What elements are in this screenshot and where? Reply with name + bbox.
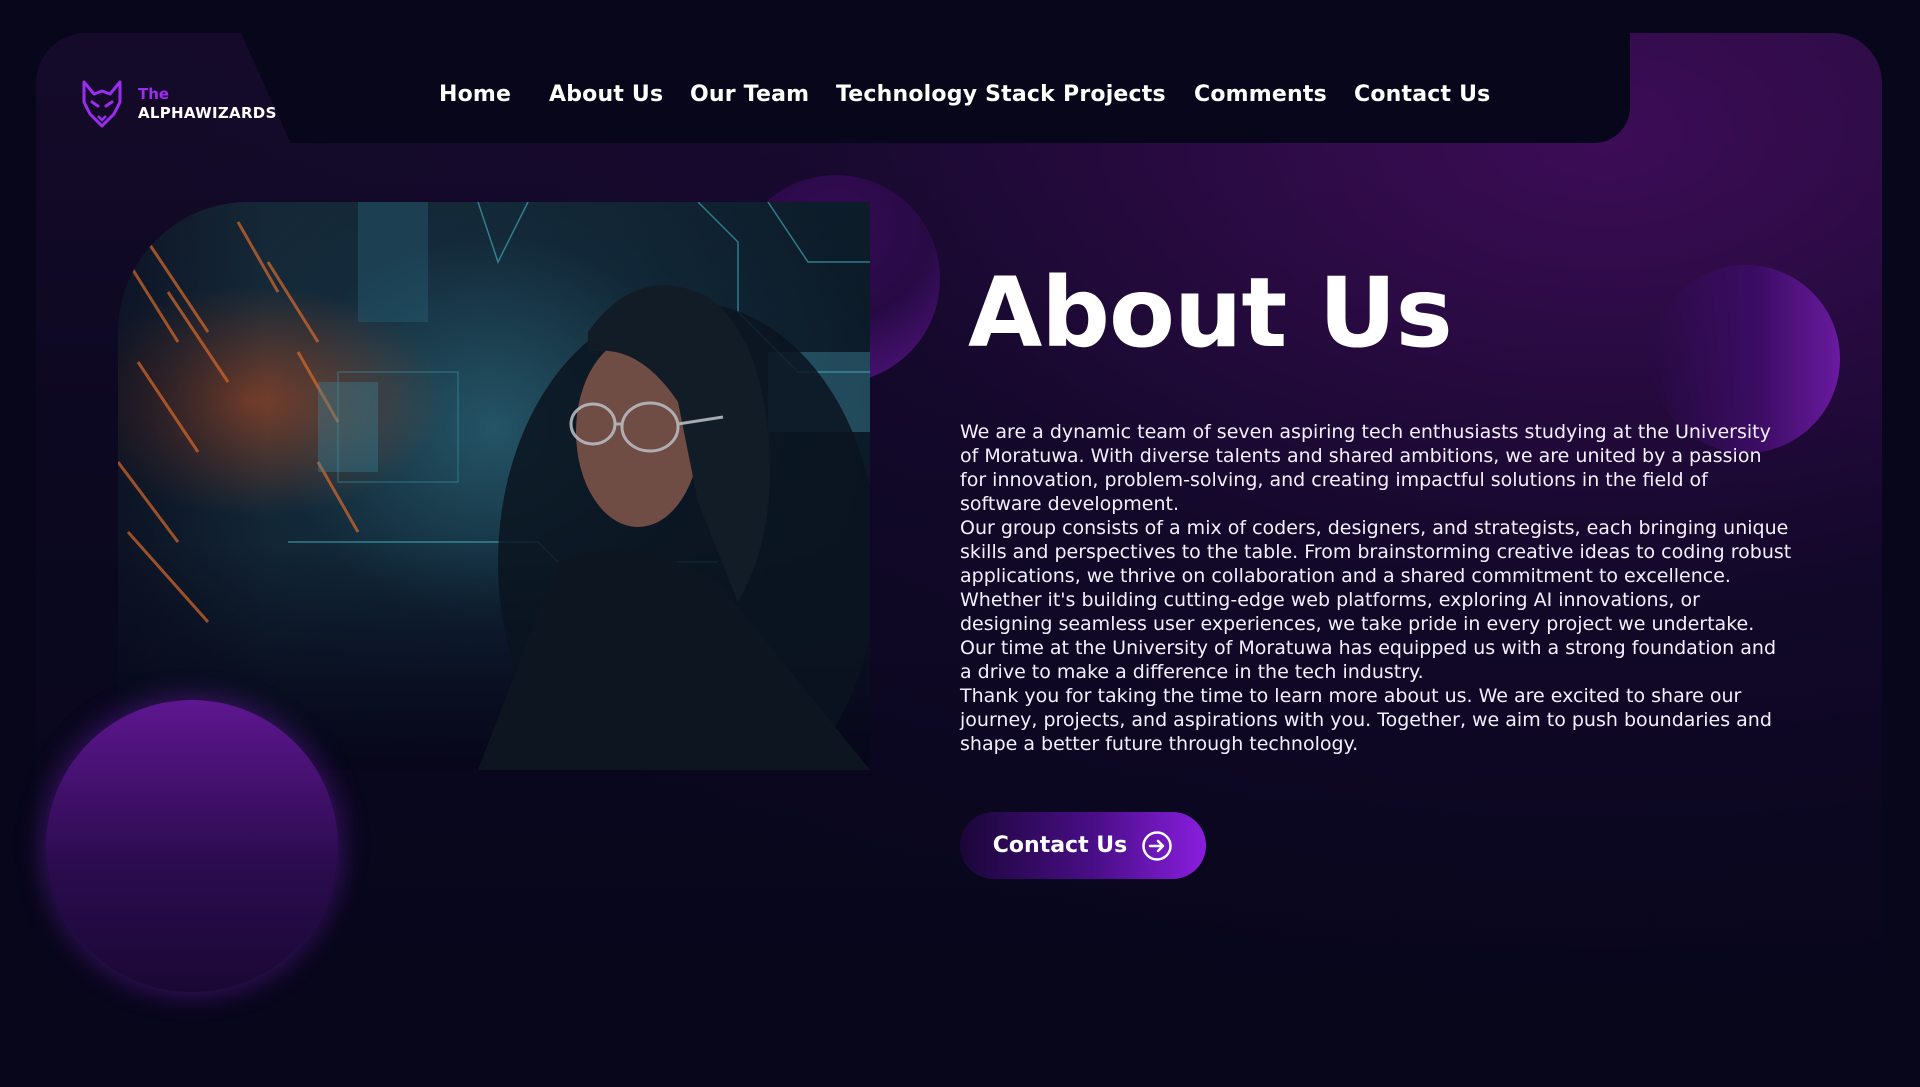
about-paragraph-1: We are a dynamic team of seven aspiring … — [960, 421, 1771, 515]
arrow-right-circle-icon — [1142, 830, 1172, 861]
brand-wordmark: ALPHAWIZARDS — [138, 104, 277, 122]
nav-item-about-us[interactable]: About Us — [549, 82, 663, 107]
nav-item-projects[interactable]: Projects — [1063, 82, 1166, 107]
page-title: About Us — [968, 257, 1453, 369]
about-paragraph-3: Whether it's building cutting-edge web p… — [960, 589, 1776, 683]
nav-item-comments[interactable]: Comments — [1194, 82, 1327, 107]
nav-item-home[interactable]: Home — [439, 82, 511, 107]
fox-head-icon — [82, 80, 122, 128]
contact-us-button-label: Contact Us — [992, 833, 1128, 858]
about-paragraph-4: Thank you for taking the time to learn m… — [960, 685, 1772, 755]
brand-name: The ALPHAWIZARDS — [138, 85, 277, 123]
brand-logo[interactable]: The ALPHAWIZARDS — [80, 80, 277, 128]
contact-us-button[interactable]: Contact Us — [960, 812, 1206, 879]
decorative-orb-left — [46, 700, 338, 992]
about-paragraph-2: Our group consists of a mix of coders, d… — [960, 517, 1792, 587]
hero-image-illustration — [118, 202, 870, 770]
about-description: We are a dynamic team of seven aspiring … — [960, 420, 1792, 756]
nav-item-technology-stack[interactable]: Technology Stack — [836, 82, 1055, 107]
brand-prefix: The — [138, 85, 170, 103]
nav-item-contact-us[interactable]: Contact Us — [1354, 82, 1490, 107]
nav-item-our-team[interactable]: Our Team — [690, 82, 809, 107]
hero-image — [118, 202, 870, 770]
